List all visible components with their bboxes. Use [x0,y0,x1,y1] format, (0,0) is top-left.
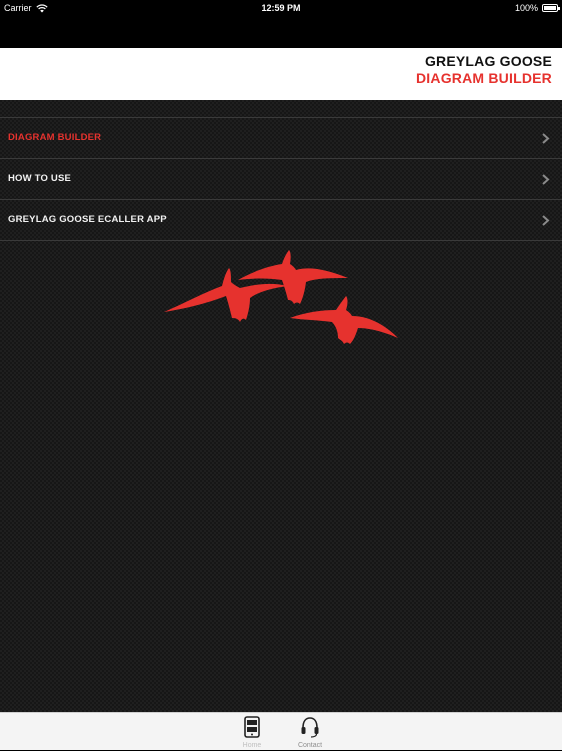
home-phone-icon [244,716,260,738]
chevron-right-icon [542,215,550,226]
headset-icon [301,717,319,738]
chevron-right-icon [542,174,550,185]
menu-item-how-to-use[interactable]: HOW TO USE [0,159,562,200]
tab-bar: Home Contact [0,712,562,750]
chevron-right-icon [542,133,550,144]
battery-icon [542,4,560,12]
tab-label: Home [242,742,262,749]
app-header: GREYLAG GOOSE DIAGRAM BUILDER [0,48,562,100]
header-subtitle: DIAGRAM BUILDER [416,70,552,86]
nav-spacer [0,16,562,48]
geese-silhouette-logo [164,250,398,344]
tab-contact[interactable]: Contact [290,713,330,751]
status-time: 12:59 PM [261,3,301,13]
menu-list: DIAGRAM BUILDER HOW TO USE GREYLAG GOOSE… [0,118,562,241]
tab-label: Contact [297,742,323,749]
menu-item-label: GREYLAG GOOSE ECALLER APP [8,214,167,225]
menu-item-label: DIAGRAM BUILDER [8,132,102,143]
menu-item-ecaller-app[interactable]: GREYLAG GOOSE ECALLER APP [0,200,562,241]
header-title: GREYLAG GOOSE [424,53,552,69]
status-bar: Carrier 12:59 PM 100% [0,0,562,16]
tab-home[interactable]: Home [232,713,272,751]
menu-item-diagram-builder[interactable]: DIAGRAM BUILDER [0,118,562,159]
menu-item-label: HOW TO USE [8,173,72,184]
battery-percent: 100% [514,3,538,13]
main-content: DIAGRAM BUILDER HOW TO USE GREYLAG GOOSE… [0,100,562,712]
